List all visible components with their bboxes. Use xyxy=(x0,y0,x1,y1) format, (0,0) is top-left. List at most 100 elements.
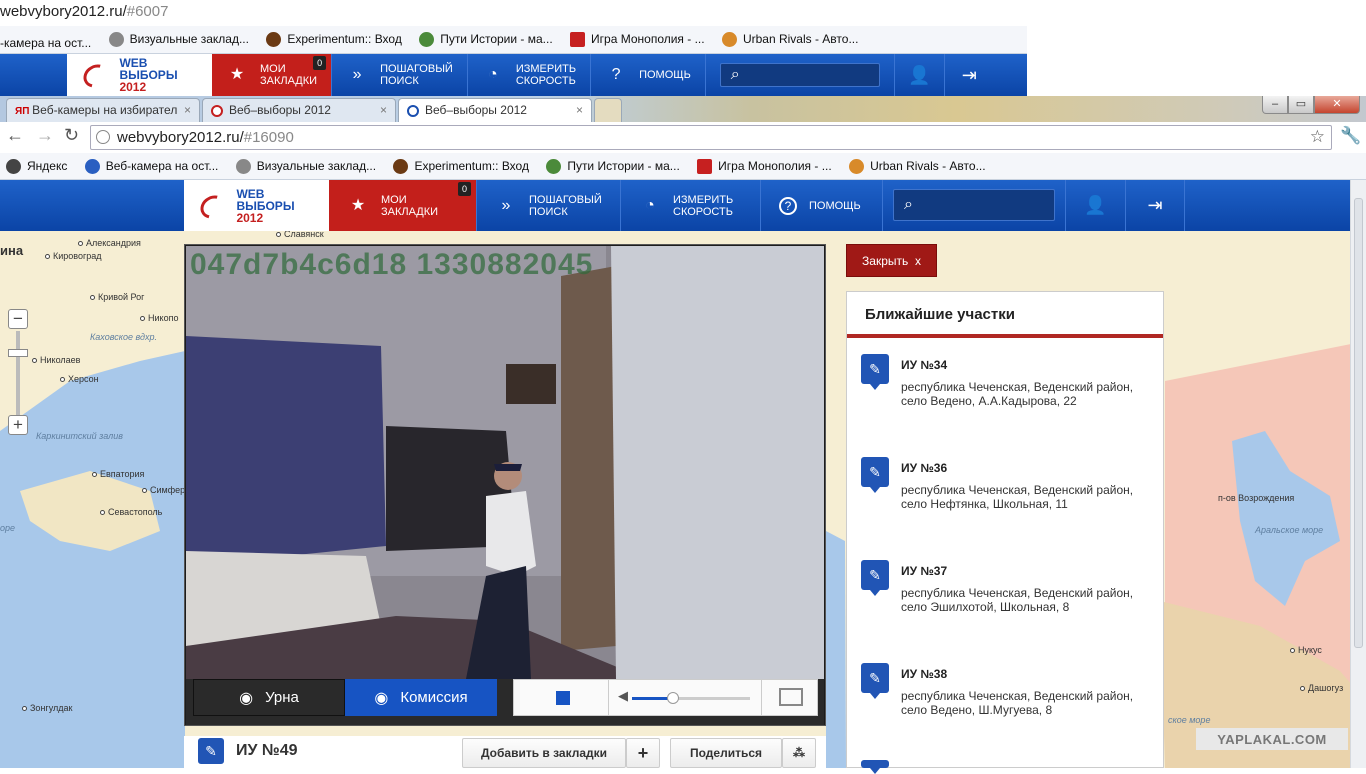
stop-icon[interactable] xyxy=(556,691,570,705)
map-label: Александрия xyxy=(86,238,141,248)
nav-bookmarks[interactable]: ★ МОИ ЗАКЛАДКИ 0 xyxy=(212,54,333,96)
bookmark-monopoly[interactable]: Игра Монополия - ... xyxy=(697,153,832,179)
nav-help[interactable]: ? ПОМОЩЬ xyxy=(761,180,883,231)
forward-arrow-icon[interactable]: → xyxy=(36,125,54,146)
back-arrow-icon[interactable]: ← xyxy=(6,125,24,146)
new-tab-button[interactable] xyxy=(594,98,622,122)
camera-icon: ◉ xyxy=(239,689,254,707)
tab-webvybory-2[interactable]: Веб–выборы 2012 × xyxy=(398,98,592,123)
map-city: Нукус xyxy=(1290,645,1322,655)
close-button[interactable]: Закрыть x xyxy=(846,244,937,277)
fullscreen-icon[interactable] xyxy=(779,688,803,706)
komissiya-button[interactable]: ◉ Комиссия xyxy=(345,679,497,716)
share-button[interactable]: Поделиться xyxy=(670,738,782,768)
station-list-item[interactable]: ✎ ИУ №36 республика Чеченская, Веденский р… xyxy=(861,457,1161,517)
add-plus-button[interactable]: + xyxy=(626,738,660,768)
nearest-stations-panel: Ближайшие участки ✎ ИУ №34 республика Чече… xyxy=(846,291,1164,774)
bookmark-urban[interactable]: Urban Rivals - Авто... xyxy=(849,153,986,179)
back-bookmark-3[interactable]: Experimentum:: Вход xyxy=(266,26,402,52)
urna-button[interactable]: ◉ Урна xyxy=(193,679,345,716)
webcam-feed[interactable]: 047d7b4c6d18 1330882045 xyxy=(186,246,824,679)
site-logo[interactable]: WEB ВЫБОРЫ 2012 xyxy=(184,180,329,231)
back-bookmark-4[interactable]: Пути Истории - ма... xyxy=(419,26,553,52)
user-icon[interactable]: 👤 xyxy=(893,54,944,96)
close-icon[interactable]: × xyxy=(380,103,387,117)
volume-icon[interactable]: ◀ xyxy=(618,688,628,704)
map-label: Нукус xyxy=(1298,645,1322,655)
close-icon[interactable]: × xyxy=(184,103,191,117)
add-bookmark-button[interactable]: Добавить в закладки xyxy=(462,738,626,768)
bookmark-yandex[interactable]: Яндекс xyxy=(6,153,67,179)
logo-icon xyxy=(211,104,223,117)
logout-icon[interactable]: ⇥ xyxy=(1125,180,1185,231)
share-icon-button[interactable]: ⁂ xyxy=(782,738,816,768)
map-label: ское море xyxy=(1168,715,1211,725)
tab-webcams[interactable]: ЯП Веб-камеры на избирател × xyxy=(6,98,200,122)
share-label: Поделиться xyxy=(689,746,763,760)
nav-label: ПОМОЩЬ xyxy=(809,199,861,212)
zoom-out-button[interactable]: − xyxy=(8,309,28,329)
nav-label: ЗАКЛАДКИ xyxy=(260,75,318,87)
back-window-address[interactable]: webvybory2012.ru/#6007 xyxy=(0,0,1027,26)
yandex-icon xyxy=(6,158,21,174)
search-input[interactable]: ⌕ xyxy=(719,63,880,87)
zoom-in-button[interactable]: + xyxy=(8,415,28,435)
add-bookmark-label: Добавить в закладки xyxy=(480,746,608,760)
close-label: Закрыть xyxy=(862,253,909,268)
bookmark-istorii[interactable]: Пути Истории - ма... xyxy=(546,153,680,179)
playback-bar: ◀ xyxy=(513,679,818,716)
station-address: республика Чеченская, Веденский район, с… xyxy=(901,380,1134,408)
back-bookmark-6[interactable]: Urban Rivals - Авто... xyxy=(721,26,858,52)
scrollbar-thumb[interactable] xyxy=(1354,198,1363,648)
star-bookmark-icon[interactable]: ☆ xyxy=(1310,127,1325,147)
globe-icon xyxy=(96,130,110,144)
nav-label: ПОМОЩЬ xyxy=(639,69,691,81)
bookmark-experimentum[interactable]: Experimentum:: Вход xyxy=(393,153,529,179)
globe-icon xyxy=(546,158,562,174)
bookmark-webcam[interactable]: Веб-камера на ост... xyxy=(84,153,218,179)
volume-slider[interactable] xyxy=(632,692,750,704)
video-player: 047d7b4c6d18 1330882045 ◉ Урна ◉ Комиссия … xyxy=(184,244,826,726)
bookmarks-bar: Яндекс Веб-камера на ост... Визуальные з… xyxy=(0,153,1366,180)
volume-knob[interactable] xyxy=(667,692,680,704)
divider xyxy=(761,680,762,715)
tab-label: Веб–выборы 2012 xyxy=(229,103,331,117)
wrench-icon[interactable]: 🔧 xyxy=(1340,126,1361,146)
station-list-item[interactable] xyxy=(861,760,1161,774)
map-label: Николаев xyxy=(40,355,81,365)
page-scrollbar[interactable] xyxy=(1350,180,1366,768)
minimize-button[interactable]: – xyxy=(1262,96,1288,114)
back-bookmark-2[interactable]: Визуальные заклад... xyxy=(108,26,249,52)
nav-speed[interactable]: ◔ ИЗМЕРИТЬ СКОРОСТЬ xyxy=(468,54,592,96)
tab-webvybory-1[interactable]: Веб–выборы 2012 × xyxy=(202,98,396,122)
nav-speed[interactable]: ◔ ИЗМЕРИТЬ СКОРОСТЬ xyxy=(621,180,761,231)
ballot-icon: ✎ xyxy=(861,354,889,390)
close-window-button[interactable]: ✕ xyxy=(1314,96,1360,114)
reload-icon[interactable]: ↻ xyxy=(64,125,79,146)
map-label: Аральское море xyxy=(1255,525,1324,535)
search-input[interactable]: ⌕ xyxy=(893,189,1055,221)
station-list-item[interactable]: ✎ ИУ №37 республика Чеченская, Веденский р… xyxy=(861,560,1161,620)
back-bookmark-1[interactable]: -камера на ост... xyxy=(0,30,91,54)
station-list-item[interactable]: ✎ ИУ №34 республика Чеченская, Веденский р… xyxy=(861,354,1161,414)
speedometer-icon: ◔ xyxy=(488,66,498,83)
nav-bookmarks[interactable]: ★ МОИ ЗАКЛАДКИ 0 xyxy=(329,180,477,231)
nav-label: МОИ xyxy=(260,63,286,75)
station-title: ИУ №37 xyxy=(901,564,948,578)
station-list-item[interactable]: ✎ ИУ №38 республика Чеченская, Веденский р… xyxy=(861,663,1161,723)
search-icon: ⌕ xyxy=(904,196,913,213)
maximize-button[interactable]: ▭ xyxy=(1288,96,1314,114)
ballot-icon: ✎ xyxy=(861,560,889,596)
user-icon[interactable]: 👤 xyxy=(1065,180,1125,231)
nav-step-search[interactable]: » ПОШАГОВЫЙ ПОИСК xyxy=(332,54,468,96)
address-bar[interactable]: webvybory2012.ru/#16090 ☆ xyxy=(90,125,1332,150)
site-logo[interactable]: WEB ВЫБОРЫ 2012 xyxy=(67,54,212,96)
logout-icon[interactable]: ⇥ xyxy=(943,54,994,96)
back-bookmark-5[interactable]: Игра Монополия - ... xyxy=(570,26,705,52)
zoom-slider-track[interactable] xyxy=(16,331,20,421)
zoom-slider-handle[interactable] xyxy=(8,349,28,357)
close-icon[interactable]: × xyxy=(576,103,583,117)
nav-step-search[interactable]: » ПОШАГОВЫЙ ПОИСК xyxy=(477,180,621,231)
nav-help[interactable]: ? ПОМОЩЬ xyxy=(591,54,706,96)
bookmark-visual[interactable]: Визуальные заклад... xyxy=(235,153,376,179)
